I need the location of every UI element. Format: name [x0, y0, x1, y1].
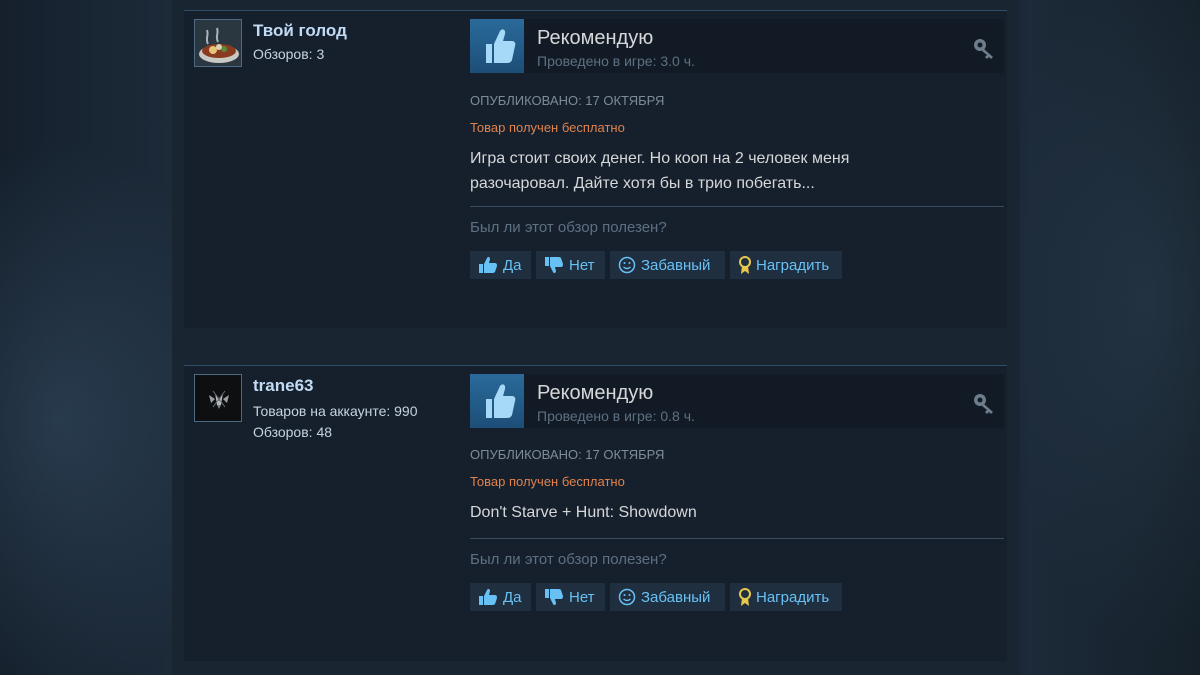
helpful-prompt: Был ли этот обзор полезен?: [470, 219, 667, 236]
review-card: Твой голод Обзоров: 3 Рекомендую Проведе…: [184, 10, 1007, 328]
thumbs-up-icon: [479, 588, 497, 605]
thumbs-up-icon: [470, 19, 524, 73]
award-icon: [739, 588, 751, 606]
thumbs-up-icon: [479, 256, 497, 273]
author-name[interactable]: Твой голод: [253, 21, 347, 41]
review-text[interactable]: Don't Starve + Hunt: Showdown: [470, 500, 940, 525]
vote-funny-label: Забавный: [641, 256, 711, 274]
vote-yes-label: Да: [503, 256, 522, 274]
key-icon: [972, 392, 996, 414]
helpful-prompt: Был ли этот обзор полезен?: [470, 551, 667, 568]
vote-no-button[interactable]: Нет: [536, 251, 605, 279]
avatar[interactable]: [194, 374, 242, 422]
vote-yes-button[interactable]: Да: [470, 583, 531, 611]
review-header[interactable]: Рекомендую Проведено в игре: 3.0 ч.: [470, 19, 1004, 73]
posted-date: ОПУБЛИКОВАНО: 17 ОКТЯБРЯ: [470, 447, 665, 462]
vote-no-button[interactable]: Нет: [536, 583, 605, 611]
hours-played: Проведено в игре: 3.0 ч.: [537, 53, 695, 69]
review-text-line: разочаровал. Дайте хотя бы в трио побега…: [470, 175, 815, 192]
vote-yes-label: Да: [503, 588, 522, 606]
hours-played: Проведено в игре: 0.8 ч.: [537, 408, 695, 424]
received-free-label: Товар получен бесплатно: [470, 474, 625, 489]
vote-yes-button[interactable]: Да: [470, 251, 531, 279]
smiley-icon: [618, 588, 636, 606]
review-card: trane63 Товаров на аккаунте: 990 Обзоров…: [184, 365, 1007, 661]
key-icon: [972, 37, 996, 59]
review-count[interactable]: Обзоров: 48: [253, 424, 332, 440]
smiley-icon: [618, 256, 636, 274]
review-count[interactable]: Обзоров: 3: [253, 46, 324, 62]
award-label: Наградить: [756, 588, 830, 606]
award-label: Наградить: [756, 256, 830, 274]
award-icon: [739, 256, 751, 274]
posted-date: ОПУБЛИКОВАНО: 17 ОКТЯБРЯ: [470, 93, 665, 108]
received-free-label: Товар получен бесплатно: [470, 120, 625, 135]
vote-no-label: Нет: [569, 256, 595, 274]
thumbs-down-icon: [545, 257, 563, 274]
products-count[interactable]: Товаров на аккаунте: 990: [253, 403, 418, 419]
divider: [470, 538, 1004, 539]
avatar[interactable]: [194, 19, 242, 67]
divider: [470, 206, 1004, 207]
review-text-line: Don't Starve + Hunt: Showdown: [470, 504, 697, 521]
award-button[interactable]: Наградить: [730, 251, 842, 279]
review-text-line: Игра стоит своих денег. Но кооп на 2 чел…: [470, 150, 850, 167]
thumbs-down-icon: [545, 589, 563, 606]
vote-funny-button[interactable]: Забавный: [610, 583, 725, 611]
verdict-title: Рекомендую: [537, 27, 654, 49]
award-button[interactable]: Наградить: [730, 583, 842, 611]
review-header[interactable]: Рекомендую Проведено в игре: 0.8 ч.: [470, 374, 1004, 428]
author-name[interactable]: trane63: [253, 376, 313, 396]
thumbs-up-icon: [470, 374, 524, 428]
vote-funny-button[interactable]: Забавный: [610, 251, 725, 279]
vote-funny-label: Забавный: [641, 588, 711, 606]
verdict-title: Рекомендую: [537, 382, 654, 404]
review-text[interactable]: Игра стоит своих денег. Но кооп на 2 чел…: [470, 146, 940, 196]
vote-no-label: Нет: [569, 588, 595, 606]
